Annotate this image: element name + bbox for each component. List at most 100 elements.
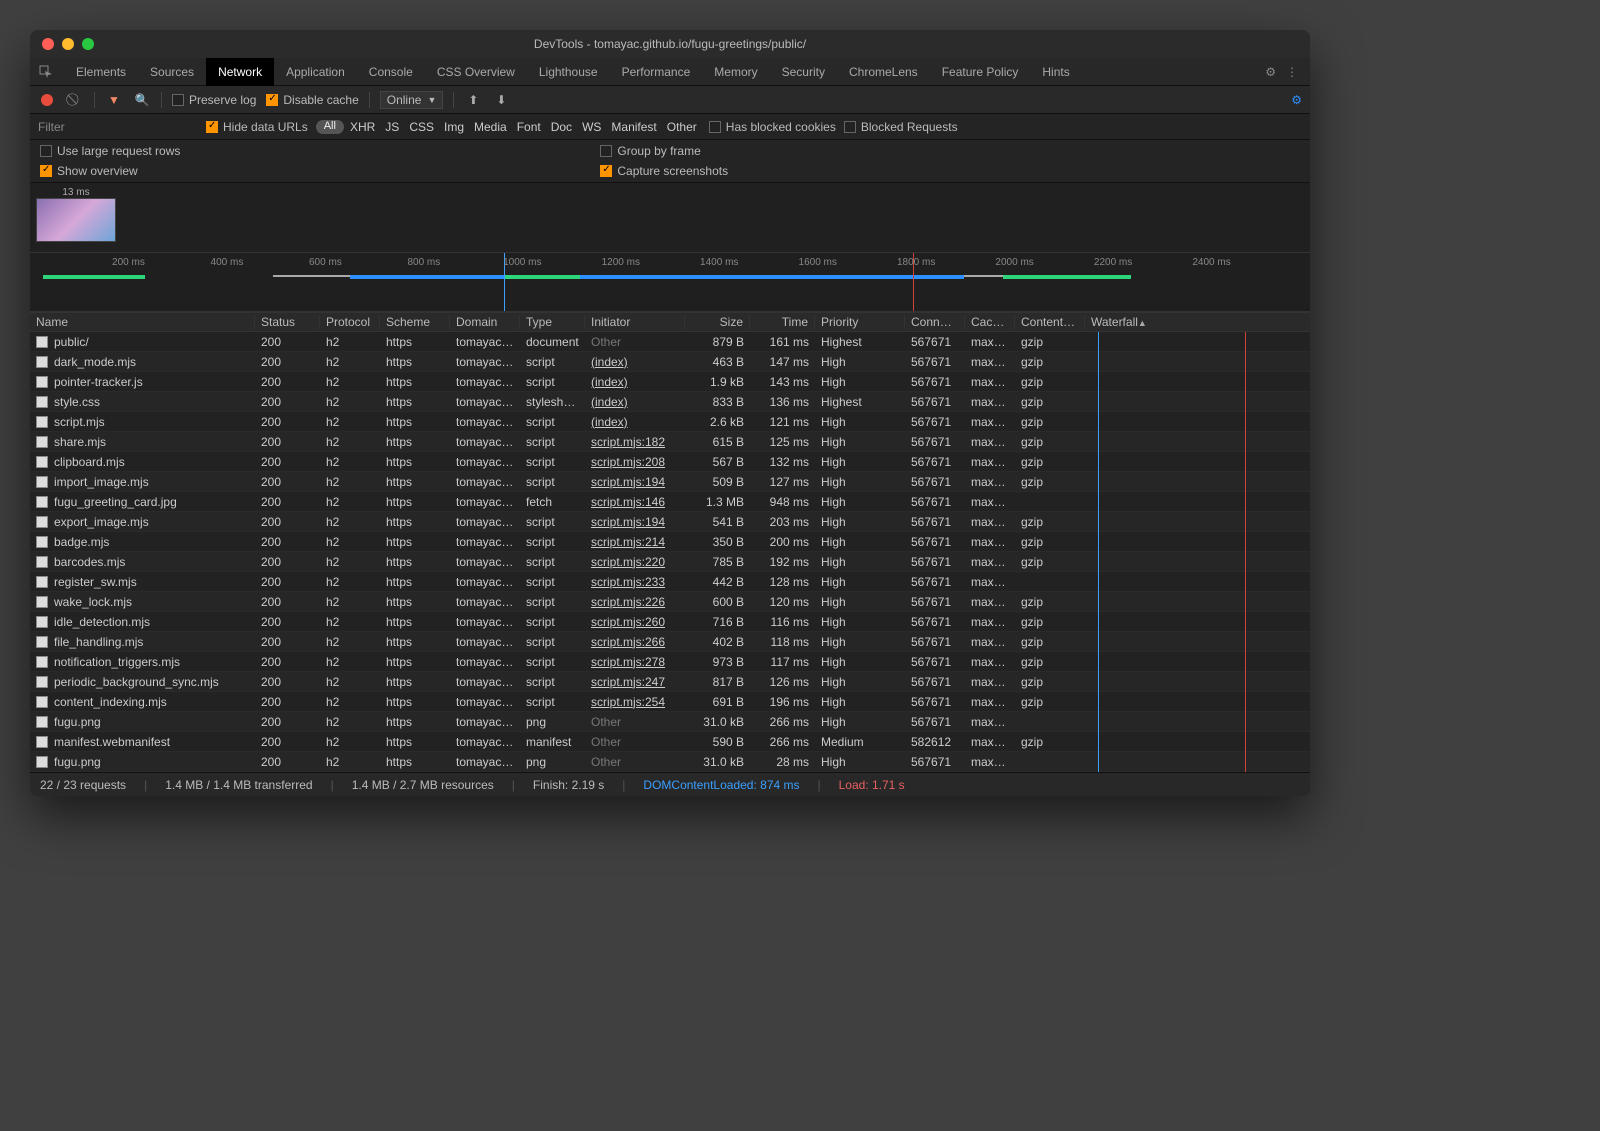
- clear-icon[interactable]: ⃠: [66, 91, 84, 109]
- blocked-requests-checkbox[interactable]: Blocked Requests: [844, 120, 958, 134]
- hide-data-urls-checkbox[interactable]: Hide data URLs: [206, 120, 308, 134]
- initiator-link[interactable]: (index): [591, 355, 628, 369]
- more-icon[interactable]: ⋮: [1286, 65, 1298, 79]
- throttle-select[interactable]: Online▼: [380, 91, 444, 109]
- col-connection[interactable]: Conne…: [905, 315, 965, 329]
- capture-screenshots-checkbox[interactable]: Capture screenshots: [600, 164, 728, 178]
- tab-console[interactable]: Console: [357, 58, 425, 86]
- table-row[interactable]: fugu.png200h2httpstomayac…pngOther31.0 k…: [30, 712, 1310, 732]
- initiator-link[interactable]: script.mjs:208: [591, 455, 665, 469]
- filter-input[interactable]: Filter: [38, 120, 198, 134]
- filter-type-all[interactable]: All: [316, 120, 344, 134]
- table-row[interactable]: clipboard.mjs200h2httpstomayac…scriptscr…: [30, 452, 1310, 472]
- filter-type-js[interactable]: JS: [381, 120, 403, 134]
- record-button[interactable]: [38, 91, 56, 109]
- initiator-link[interactable]: script.mjs:146: [591, 495, 665, 509]
- upload-icon[interactable]: ⬆: [464, 91, 482, 109]
- col-initiator[interactable]: Initiator: [585, 315, 685, 329]
- table-row[interactable]: manifest.webmanifest200h2httpstomayac…ma…: [30, 732, 1310, 752]
- col-waterfall[interactable]: Waterfall▲: [1085, 315, 1310, 329]
- download-icon[interactable]: ⬇: [492, 91, 510, 109]
- filter-type-media[interactable]: Media: [470, 120, 511, 134]
- initiator-link[interactable]: script.mjs:220: [591, 555, 665, 569]
- initiator-link[interactable]: script.mjs:194: [591, 515, 665, 529]
- initiator-link[interactable]: (index): [591, 375, 628, 389]
- initiator-link[interactable]: script.mjs:226: [591, 595, 665, 609]
- table-row[interactable]: content_indexing.mjs200h2httpstomayac…sc…: [30, 692, 1310, 712]
- table-row[interactable]: fugu.png200h2httpstomayac…pngOther31.0 k…: [30, 752, 1310, 772]
- table-row[interactable]: script.mjs200h2httpstomayac…script(index…: [30, 412, 1310, 432]
- initiator-link[interactable]: script.mjs:182: [591, 435, 665, 449]
- tab-feature-policy[interactable]: Feature Policy: [930, 58, 1031, 86]
- col-priority[interactable]: Priority: [815, 315, 905, 329]
- table-row[interactable]: import_image.mjs200h2httpstomayac…script…: [30, 472, 1310, 492]
- initiator-link[interactable]: script.mjs:254: [591, 695, 665, 709]
- table-row[interactable]: dark_mode.mjs200h2httpstomayac…script(in…: [30, 352, 1310, 372]
- table-row[interactable]: fugu_greeting_card.jpg200h2httpstomayac……: [30, 492, 1310, 512]
- initiator-link[interactable]: script.mjs:260: [591, 615, 665, 629]
- preserve-log-checkbox[interactable]: Preserve log: [172, 93, 256, 107]
- disable-cache-checkbox[interactable]: Disable cache: [266, 93, 358, 107]
- initiator-link[interactable]: script.mjs:247: [591, 675, 665, 689]
- initiator-link[interactable]: script.mjs:233: [591, 575, 665, 589]
- col-content-encoding[interactable]: Content-…: [1015, 315, 1085, 329]
- filter-icon[interactable]: ▼: [105, 91, 123, 109]
- initiator-link[interactable]: (index): [591, 415, 628, 429]
- tab-security[interactable]: Security: [770, 58, 837, 86]
- filter-type-font[interactable]: Font: [513, 120, 545, 134]
- blocked-cookies-checkbox[interactable]: Has blocked cookies: [709, 120, 836, 134]
- table-row[interactable]: share.mjs200h2httpstomayac…scriptscript.…: [30, 432, 1310, 452]
- timeline-overview[interactable]: 200 ms400 ms600 ms800 ms1000 ms1200 ms14…: [30, 252, 1310, 312]
- initiator-link[interactable]: script.mjs:278: [591, 655, 665, 669]
- initiator-link[interactable]: script.mjs:214: [591, 535, 665, 549]
- table-row[interactable]: file_handling.mjs200h2httpstomayac…scrip…: [30, 632, 1310, 652]
- table-row[interactable]: export_image.mjs200h2httpstomayac…script…: [30, 512, 1310, 532]
- tab-network[interactable]: Network: [206, 58, 274, 86]
- tab-lighthouse[interactable]: Lighthouse: [527, 58, 610, 86]
- col-size[interactable]: Size: [685, 315, 750, 329]
- col-name[interactable]: Name: [30, 315, 255, 329]
- initiator-link[interactable]: (index): [591, 395, 628, 409]
- table-row[interactable]: barcodes.mjs200h2httpstomayac…scriptscri…: [30, 552, 1310, 572]
- table-row[interactable]: public/200h2httpstomayac…documentOther87…: [30, 332, 1310, 352]
- filter-type-doc[interactable]: Doc: [547, 120, 576, 134]
- col-cache[interactable]: Cach…: [965, 315, 1015, 329]
- tab-sources[interactable]: Sources: [138, 58, 206, 86]
- network-settings-icon[interactable]: ⚙: [1291, 93, 1302, 107]
- tab-chromelens[interactable]: ChromeLens: [837, 58, 930, 86]
- tab-elements[interactable]: Elements: [64, 58, 138, 86]
- screenshot-thumbnail[interactable]: [36, 198, 116, 242]
- table-row[interactable]: badge.mjs200h2httpstomayac…scriptscript.…: [30, 532, 1310, 552]
- initiator-link[interactable]: script.mjs:266: [591, 635, 665, 649]
- filter-type-ws[interactable]: WS: [578, 120, 605, 134]
- tab-performance[interactable]: Performance: [610, 58, 703, 86]
- col-scheme[interactable]: Scheme: [380, 315, 450, 329]
- filter-type-xhr[interactable]: XHR: [346, 120, 379, 134]
- table-row[interactable]: idle_detection.mjs200h2httpstomayac…scri…: [30, 612, 1310, 632]
- filter-type-css[interactable]: CSS: [405, 120, 438, 134]
- col-type[interactable]: Type: [520, 315, 585, 329]
- tab-css-overview[interactable]: CSS Overview: [425, 58, 527, 86]
- tab-hints[interactable]: Hints: [1030, 58, 1081, 86]
- initiator-link[interactable]: script.mjs:194: [591, 475, 665, 489]
- filter-type-manifest[interactable]: Manifest: [607, 120, 660, 134]
- col-domain[interactable]: Domain: [450, 315, 520, 329]
- table-header[interactable]: Name Status Protocol Scheme Domain Type …: [30, 312, 1310, 332]
- inspect-element-icon[interactable]: [36, 62, 56, 82]
- group-frame-checkbox[interactable]: Group by frame: [600, 144, 728, 158]
- tab-memory[interactable]: Memory: [702, 58, 769, 86]
- table-row[interactable]: register_sw.mjs200h2httpstomayac…scripts…: [30, 572, 1310, 592]
- tab-application[interactable]: Application: [274, 58, 357, 86]
- table-row[interactable]: periodic_background_sync.mjs200h2httpsto…: [30, 672, 1310, 692]
- filter-type-img[interactable]: Img: [440, 120, 468, 134]
- col-status[interactable]: Status: [255, 315, 320, 329]
- table-row[interactable]: pointer-tracker.js200h2httpstomayac…scri…: [30, 372, 1310, 392]
- table-row[interactable]: notification_triggers.mjs200h2httpstomay…: [30, 652, 1310, 672]
- col-protocol[interactable]: Protocol: [320, 315, 380, 329]
- table-row[interactable]: wake_lock.mjs200h2httpstomayac…scriptscr…: [30, 592, 1310, 612]
- show-overview-checkbox[interactable]: Show overview: [40, 164, 180, 178]
- large-rows-checkbox[interactable]: Use large request rows: [40, 144, 180, 158]
- table-row[interactable]: style.css200h2httpstomayac…stylesheet(in…: [30, 392, 1310, 412]
- search-icon[interactable]: 🔍: [133, 91, 151, 109]
- col-time[interactable]: Time: [750, 315, 815, 329]
